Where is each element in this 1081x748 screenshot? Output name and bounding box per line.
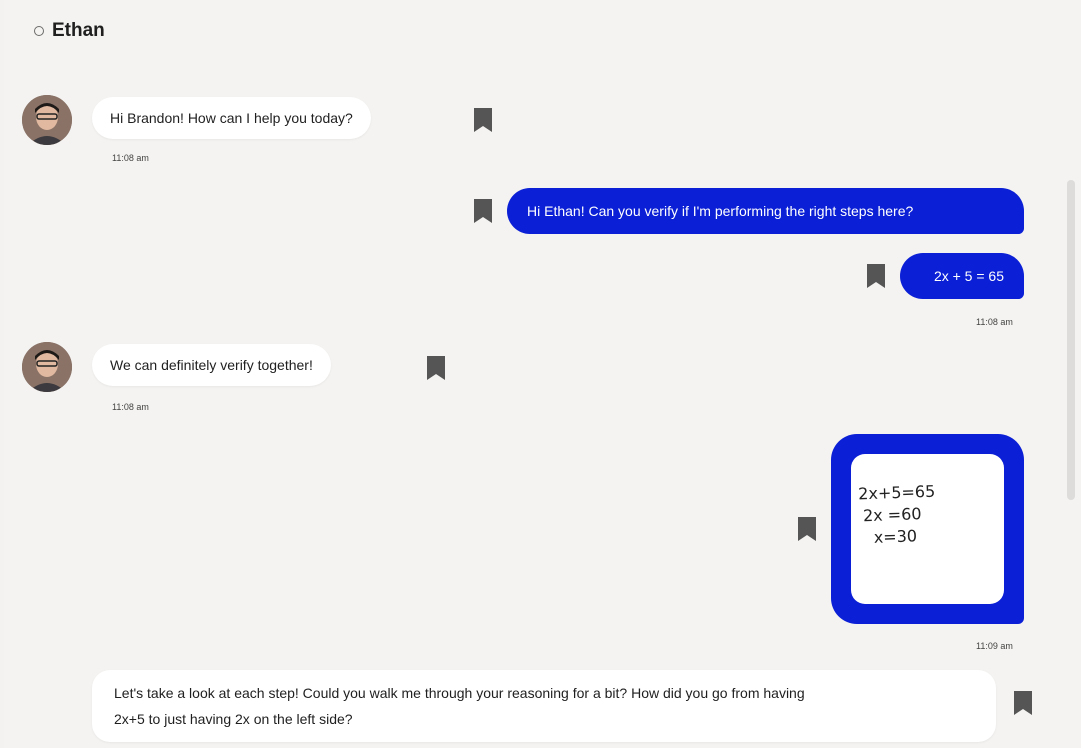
message-text: We can definitely verify together! — [110, 357, 313, 373]
chat-window: Ethan Hi Brandon! How can I help you tod… — [4, 0, 1081, 748]
avatar[interactable] — [22, 342, 72, 392]
image-thumbnail[interactable]: 2x+5=65 2x =60 x=30 — [851, 454, 1004, 604]
bookmark-icon[interactable] — [425, 355, 447, 381]
message-text-line: 2x+5 to just having 2x on the left side? — [114, 711, 353, 727]
bookmark-icon[interactable] — [865, 263, 887, 289]
message-text: 2x + 5 = 65 — [933, 268, 1004, 284]
message-text: Hi Ethan! Can you verify if I'm performi… — [527, 203, 914, 219]
bookmark-icon[interactable] — [472, 198, 494, 224]
bookmark-icon[interactable] — [796, 516, 818, 542]
message-bubble: Hi Brandon! How can I help you today? — [92, 97, 371, 139]
message-text: Hi Brandon! How can I help you today? — [110, 110, 353, 126]
bookmark-icon[interactable] — [1012, 690, 1034, 716]
message-timestamp: 11:08 am — [112, 153, 149, 163]
message-timestamp: 11:08 am — [112, 402, 149, 412]
message-bubble: Let's take a look at each step! Could yo… — [92, 670, 996, 742]
avatar[interactable] — [22, 95, 72, 145]
handwritten-work: 2x+5=65 2x =60 x=30 — [857, 481, 936, 547]
contact-name: Ethan — [52, 20, 105, 41]
message-bubble: Hi Ethan! Can you verify if I'm performi… — [507, 188, 1024, 234]
bookmark-icon[interactable] — [472, 107, 494, 133]
message-timestamp: 11:09 am — [976, 641, 1013, 651]
message-bubble: 2x + 5 = 65 — [900, 253, 1024, 299]
image-message[interactable]: 2x+5=65 2x =60 x=30 — [831, 434, 1024, 624]
chat-header: Ethan — [34, 20, 105, 42]
status-ring-icon — [34, 26, 44, 36]
message-timestamp: 11:08 am — [976, 317, 1013, 327]
message-bubble: We can definitely verify together! — [92, 344, 331, 386]
message-text-line: Let's take a look at each step! Could yo… — [114, 685, 805, 701]
scrollbar[interactable] — [1067, 180, 1075, 500]
